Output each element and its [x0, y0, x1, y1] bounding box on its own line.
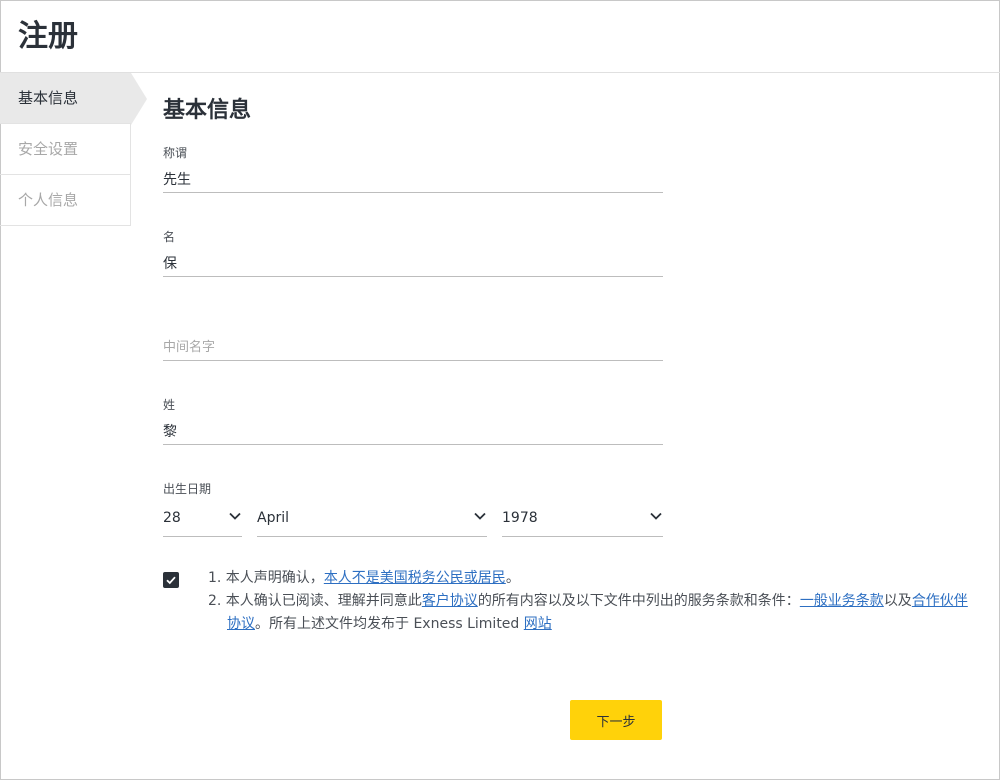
page-header: 注册	[0, 0, 1000, 73]
main-content: 基本信息	[163, 95, 983, 127]
sidebar-item-personal-info[interactable]: 个人信息	[0, 175, 131, 226]
terms-text-segment: 2. 本人确认已阅读、理解并同意此	[208, 593, 422, 609]
first-name-input[interactable]	[163, 249, 663, 277]
date-of-birth-field: 出生日期 28 April 1978	[163, 481, 663, 537]
day-value: 28	[163, 510, 181, 526]
salutation-input[interactable]	[163, 165, 663, 193]
page-title: 注册	[18, 19, 78, 54]
last-name-label: 姓	[163, 398, 176, 412]
last-name-input[interactable]	[163, 417, 663, 445]
month-value: April	[257, 510, 289, 526]
date-of-birth-selects: 28 April 1978	[163, 503, 663, 537]
first-name-field: 名	[163, 229, 663, 277]
sidebar-item-label: 安全设置	[18, 140, 79, 158]
first-name-label: 名	[163, 230, 176, 244]
sidebar-item-basic-info[interactable]: 基本信息	[0, 73, 147, 125]
salutation-label: 称谓	[163, 146, 188, 160]
chevron-down-icon	[474, 512, 486, 520]
terms-text-segment: 以及	[883, 593, 912, 609]
general-business-terms-link[interactable]: 一般业务条款	[800, 593, 884, 609]
chevron-down-icon	[650, 512, 662, 520]
sidebar-item-security-settings[interactable]: 安全设置	[0, 124, 131, 175]
terms-item-2: 2. 本人确认已阅读、理解并同意此客户协议的所有内容以及以下文件中列出的服务条款…	[208, 590, 968, 636]
terms-text-segment: 。	[505, 570, 520, 586]
terms-text-segment: 1. 本人声明确认，	[208, 570, 324, 586]
terms-text: 1. 本人声明确认，本人不是美国税务公民或居民。 2. 本人确认已阅读、理解并同…	[208, 567, 968, 636]
terms-text-segment: 的所有内容以及以下文件中列出的服务条款和条件：	[477, 593, 800, 609]
sidebar: 基本信息 安全设置 个人信息	[0, 73, 147, 226]
middle-name-field	[163, 313, 663, 361]
section-title: 基本信息	[163, 98, 252, 123]
month-select[interactable]: April	[257, 503, 487, 537]
day-select[interactable]: 28	[163, 503, 242, 537]
next-button[interactable]: 下一步	[570, 700, 662, 740]
middle-name-input[interactable]	[163, 333, 663, 361]
chevron-down-icon	[229, 512, 241, 520]
salutation-field: 称谓	[163, 145, 663, 193]
year-value: 1978	[502, 510, 538, 526]
date-of-birth-label: 出生日期	[163, 482, 212, 496]
last-name-field: 姓	[163, 397, 663, 445]
terms-checkbox[interactable]	[163, 572, 179, 588]
terms-text-segment: 。所有上述文件均发布于 Exness Limited	[255, 616, 524, 632]
checkmark-icon	[166, 576, 176, 585]
sidebar-item-label: 个人信息	[18, 191, 79, 209]
sidebar-item-label: 基本信息	[18, 89, 79, 107]
year-select[interactable]: 1978	[502, 503, 663, 537]
terms-item-1: 1. 本人声明确认，本人不是美国税务公民或居民。	[208, 567, 968, 590]
not-us-tax-resident-link[interactable]: 本人不是美国税务公民或居民	[324, 570, 506, 586]
website-link[interactable]: 网站	[524, 616, 552, 632]
client-agreement-link[interactable]: 客户协议	[422, 593, 478, 609]
